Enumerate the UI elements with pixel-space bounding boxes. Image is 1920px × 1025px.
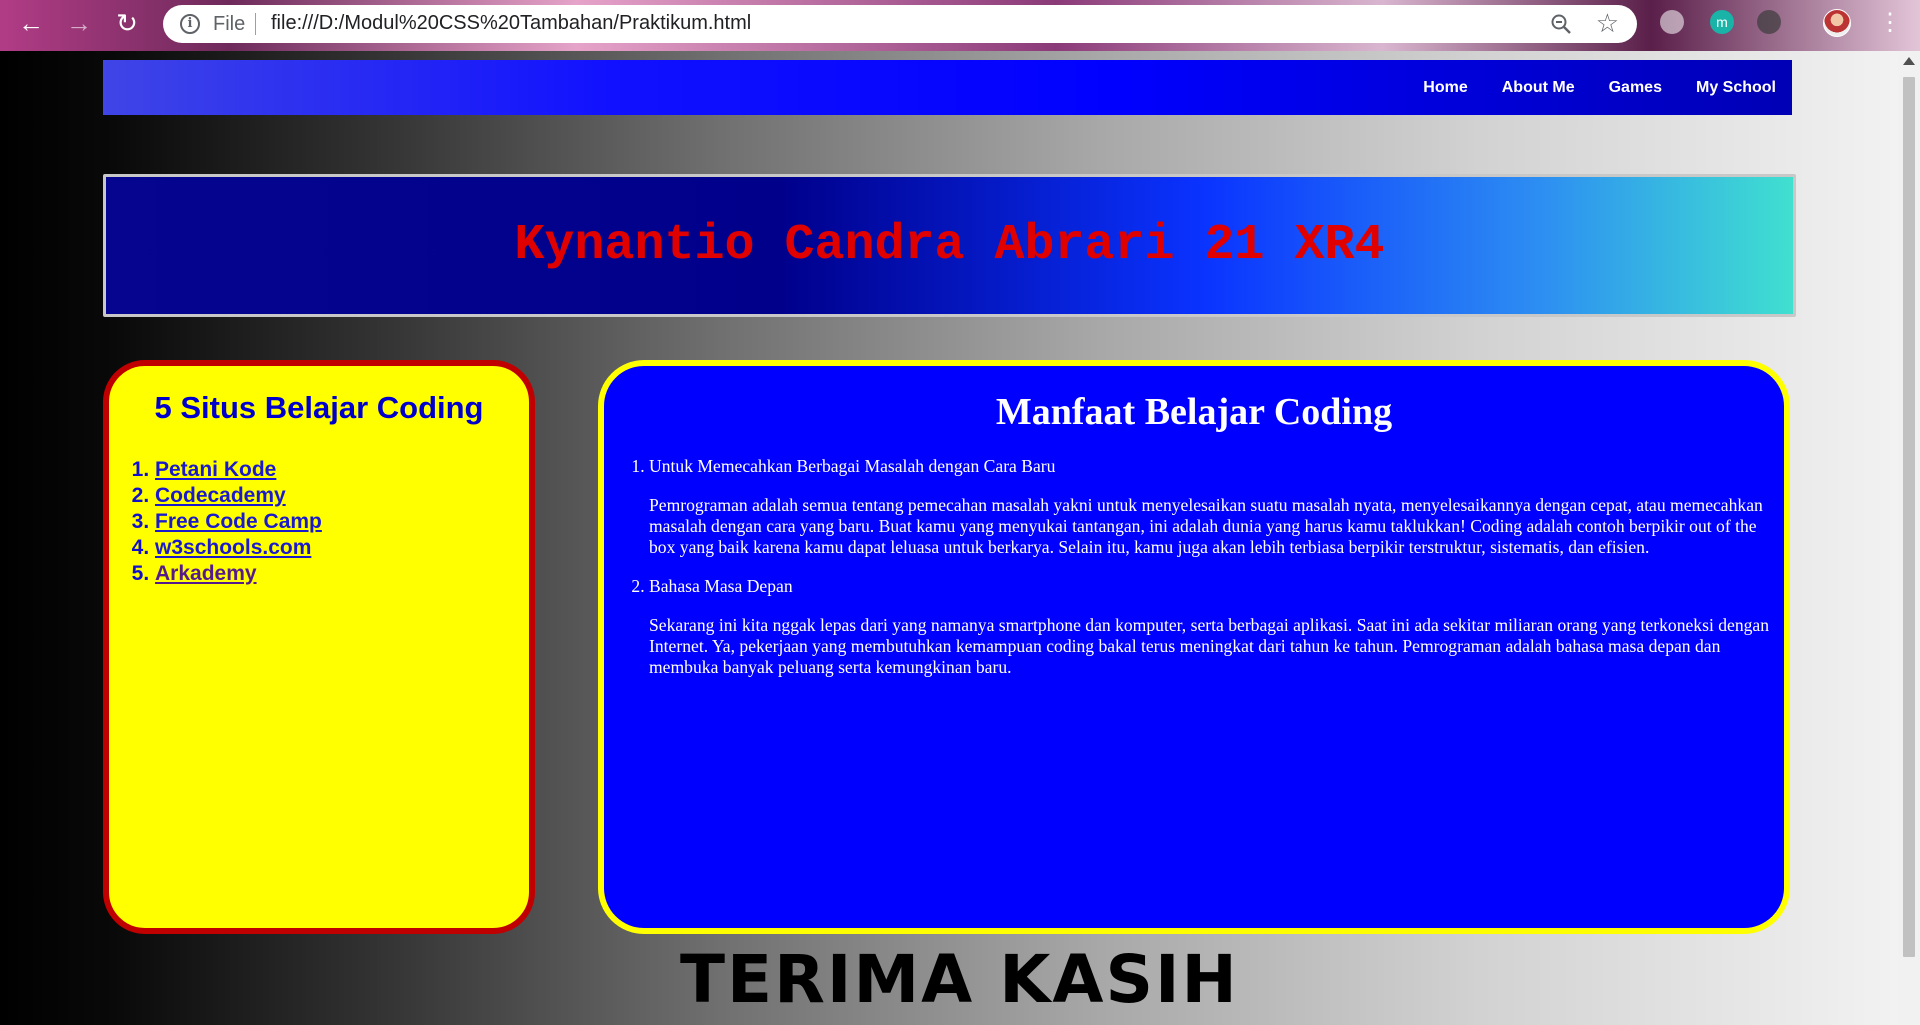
benefit-body: Pemrograman adalah semua tentang pemecah…: [649, 495, 1763, 557]
sidebar-title: 5 Situs Belajar Coding: [154, 390, 484, 425]
nav-games[interactable]: Games: [1609, 79, 1662, 97]
back-arrow-icon[interactable]: ←: [16, 8, 46, 38]
benefits-card: Manfaat Belajar Coding Untuk Memecahkan …: [598, 360, 1790, 934]
list-item: Codecademy: [155, 483, 529, 509]
vertical-scrollbar[interactable]: [1898, 51, 1920, 1025]
list-item: w3schools.com: [155, 535, 529, 561]
benefit-title: Bahasa Masa Depan: [649, 576, 793, 596]
extension-shield-icon[interactable]: [1757, 10, 1781, 34]
zoom-icon[interactable]: [1549, 12, 1573, 36]
link-free-code-camp[interactable]: Free Code Camp: [155, 510, 322, 533]
menu-dots-icon[interactable]: ⋮: [1878, 8, 1902, 38]
url-text[interactable]: file:///D:/Modul%20CSS%20Tambahan/Prakti…: [271, 12, 751, 35]
list-item: Petani Kode: [155, 457, 529, 483]
scroll-up-arrow-icon[interactable]: [1903, 57, 1915, 65]
extension-icon[interactable]: [1660, 10, 1684, 34]
profile-avatar[interactable]: [1823, 9, 1851, 37]
bookmark-star-icon[interactable]: ☆: [1596, 8, 1619, 38]
footer-thanks: TERIMA KASIH: [680, 941, 1239, 1018]
nav-my-school[interactable]: My School: [1696, 79, 1776, 97]
nav-home[interactable]: Home: [1423, 79, 1467, 97]
list-item: Arkademy: [155, 561, 529, 587]
list-item: Bahasa Masa Depan Sekarang ini kita ngga…: [649, 576, 1782, 678]
list-item: Free Code Camp: [155, 509, 529, 535]
nav-about-me[interactable]: About Me: [1502, 79, 1575, 97]
benefits-list: Untuk Memecahkan Berbagai Masalah dengan…: [604, 456, 1784, 678]
link-codecademy[interactable]: Codecademy: [155, 484, 286, 507]
page-title: Kynantio Candra Abrari 21 XR4: [514, 217, 1385, 274]
header-banner: Kynantio Candra Abrari 21 XR4: [103, 174, 1796, 317]
benefit-title: Untuk Memecahkan Berbagai Masalah dengan…: [649, 456, 1056, 476]
link-petani-kode[interactable]: Petani Kode: [155, 458, 276, 481]
scroll-thumb[interactable]: [1903, 77, 1915, 957]
benefit-body: Sekarang ini kita nggak lepas dari yang …: [649, 615, 1770, 677]
reload-icon[interactable]: ↻: [112, 8, 142, 38]
coding-sites-card: 5 Situs Belajar Coding Petani Kode Codec…: [103, 360, 535, 934]
extension-m-icon[interactable]: m: [1710, 10, 1734, 34]
forward-arrow-icon[interactable]: →: [64, 8, 94, 38]
list-item: Untuk Memecahkan Berbagai Masalah dengan…: [649, 456, 1782, 558]
address-bar[interactable]: i File file:///D:/Modul%20CSS%20Tambahan…: [163, 5, 1637, 43]
page-viewport: Home About Me Games My School Kynantio C…: [0, 51, 1898, 1025]
link-w3schools[interactable]: w3schools.com: [155, 536, 311, 559]
link-arkademy[interactable]: Arkademy: [155, 562, 257, 585]
coding-sites-list: Petani Kode Codecademy Free Code Camp w3…: [155, 457, 529, 587]
file-label: File: [213, 13, 246, 35]
address-divider: [255, 13, 256, 35]
info-icon[interactable]: i: [180, 14, 200, 34]
benefits-title: Manfaat Belajar Coding: [995, 391, 1393, 433]
top-navbar: Home About Me Games My School: [103, 60, 1792, 115]
browser-toolbar: ← → ↻ i File file:///D:/Modul%20CSS%20Ta…: [0, 0, 1920, 51]
